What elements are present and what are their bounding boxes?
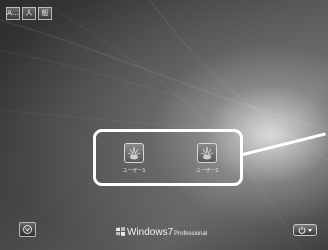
logon-screen: A… 人 般 ユーザー1 ユーザー2 Windows7Professional xyxy=(0,0,328,250)
power-icon xyxy=(298,226,306,234)
input-mode-button[interactable]: 般 xyxy=(38,7,52,20)
shutdown-button[interactable] xyxy=(293,224,317,236)
wallpaper-streaks xyxy=(0,0,328,250)
user-selection-panel: ユーザー1 ユーザー2 xyxy=(93,129,243,186)
brand-edition: Professional xyxy=(174,231,208,237)
user-name-label[interactable]: ユーザー2 xyxy=(187,167,227,174)
chevron-down-icon[interactable] xyxy=(308,228,312,232)
user-picture-icon[interactable] xyxy=(197,143,217,163)
windows-logo-icon xyxy=(116,227,125,236)
user-tile-1[interactable]: ユーザー1 xyxy=(114,143,154,174)
windows-brand: Windows7Professional xyxy=(116,222,207,240)
brand-version: 7 xyxy=(167,227,174,238)
brand-windows: Windows xyxy=(127,227,168,238)
ease-of-access-icon xyxy=(23,225,32,234)
user-name-label[interactable]: ユーザー1 xyxy=(114,167,154,174)
user-tile-2[interactable]: ユーザー2 xyxy=(187,143,227,174)
ime-toggle-button[interactable]: A… xyxy=(6,7,20,20)
accessibility-button[interactable]: 人 xyxy=(22,7,36,20)
ease-of-access-button[interactable] xyxy=(19,222,36,237)
top-toolbar: A… 人 般 xyxy=(6,7,52,20)
user-picture-icon[interactable] xyxy=(124,143,144,163)
